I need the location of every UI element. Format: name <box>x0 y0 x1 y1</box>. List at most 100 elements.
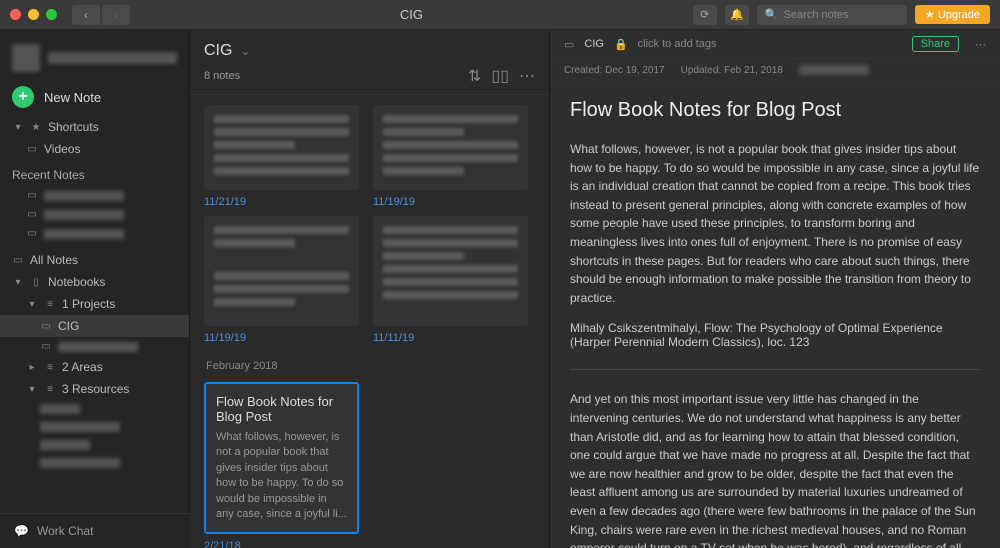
sidebar-nb-resources[interactable]: ▾ ≡ 3 Resources <box>0 378 189 400</box>
sidebar-nb-item[interactable] <box>0 436 189 454</box>
notelist-tools: ⇅ ▯▯ ⋯ <box>468 66 535 86</box>
sidebar-nb-item[interactable] <box>0 400 189 418</box>
chevron-down-icon: ▾ <box>26 384 38 395</box>
tags-placeholder[interactable]: click to add tags <box>638 38 717 50</box>
sidebar-nb-projects[interactable]: ▾ ≡ 1 Projects <box>0 293 189 315</box>
main: + New Note ▾ ★ Shortcuts ▭ Videos Recent… <box>0 30 1000 548</box>
search-icon: 🔍 <box>765 8 779 21</box>
share-button[interactable]: Share <box>912 36 959 52</box>
note-card[interactable] <box>204 105 359 190</box>
note-icon: ▭ <box>26 190 38 201</box>
work-chat-button[interactable]: 💬 Work Chat <box>0 513 190 548</box>
updated-date: Updated: Feb 21, 2018 <box>681 65 783 76</box>
notebooks-label: Notebooks <box>48 275 105 289</box>
window-title: CIG <box>130 7 693 22</box>
note-card-title: Flow Book Notes for Blog Post <box>216 394 347 424</box>
chevron-down-icon: ▾ <box>12 122 24 133</box>
notelist-header: CIG ⌄ <box>190 30 549 66</box>
window-controls <box>10 9 57 20</box>
note-icon: ▭ <box>12 255 24 266</box>
back-button[interactable]: ‹ <box>72 5 100 25</box>
notebook-icon: ▭ <box>564 38 574 51</box>
sidebar-recent-item[interactable]: ▭ <box>0 186 189 205</box>
avatar <box>12 44 40 72</box>
editor-body[interactable]: Flow Book Notes for Blog Post What follo… <box>550 83 1000 548</box>
new-note-label: New Note <box>44 90 101 105</box>
created-date: Created: Dec 19, 2017 <box>564 65 665 76</box>
nb-resources-label: 3 Resources <box>62 382 129 396</box>
note-date: 11/21/19 <box>204 196 359 208</box>
chevron-down-icon: ▾ <box>12 277 24 288</box>
stack-icon: ≡ <box>44 384 56 395</box>
sidebar-notebooks[interactable]: ▾ ▯ Notebooks <box>0 271 189 293</box>
lock-icon: 🔒 <box>614 38 628 51</box>
note-paragraph[interactable]: What follows, however, is not a popular … <box>570 140 980 307</box>
upgrade-button[interactable]: ★ Upgrade <box>915 5 990 24</box>
note-date: 2/21/18 <box>204 540 359 548</box>
chevron-down-icon[interactable]: ⌄ <box>241 46 250 58</box>
sort-icon[interactable]: ⇅ <box>468 66 481 86</box>
titlebar: ‹ › CIG ⟳ 🔔 🔍 Search notes ★ Upgrade <box>0 0 1000 30</box>
chat-icon: 💬 <box>14 524 29 538</box>
sidebar-shortcut-item[interactable]: ▭ Videos <box>0 138 189 160</box>
search-placeholder: Search notes <box>784 9 849 21</box>
note-list: CIG ⌄ 8 notes ⇅ ▯▯ ⋯ 11/21/19 <box>190 30 550 548</box>
maximize-window-icon[interactable] <box>46 9 57 20</box>
more-icon[interactable]: ⋯ <box>975 38 986 51</box>
note-citation[interactable]: Mihaly Csikszentmihalyi, Flow: The Psych… <box>570 321 980 349</box>
shortcuts-label: Shortcuts <box>48 120 99 134</box>
sidebar-all-notes[interactable]: ▭ All Notes <box>0 249 189 271</box>
close-window-icon[interactable] <box>10 9 21 20</box>
stack-icon: ≡ <box>44 299 56 310</box>
editor: ▭ CIG 🔒 click to add tags Share ⋯ Create… <box>550 30 1000 548</box>
recent-notes-header: Recent Notes <box>0 160 189 186</box>
search-input[interactable]: 🔍 Search notes <box>757 5 907 25</box>
note-card[interactable] <box>373 216 528 326</box>
editor-topbar: ▭ CIG 🔒 click to add tags Share ⋯ <box>550 30 1000 59</box>
sidebar-recent-item[interactable]: ▭ <box>0 224 189 243</box>
more-icon[interactable]: ⋯ <box>519 66 535 86</box>
nb-areas-label: 2 Areas <box>62 360 103 374</box>
view-icon[interactable]: ▯▯ <box>491 66 509 86</box>
note-paragraph[interactable]: And yet on this most important issue ver… <box>570 390 980 548</box>
note-title[interactable]: Flow Book Notes for Blog Post <box>570 99 980 122</box>
note-date: 11/19/19 <box>373 196 528 208</box>
note-date: 11/11/19 <box>373 332 528 344</box>
month-header: February 2018 <box>206 360 535 372</box>
forward-button[interactable]: › <box>102 5 130 25</box>
chevron-down-icon: ▾ <box>26 299 38 310</box>
note-card[interactable] <box>204 216 359 326</box>
bell-icon[interactable]: 🔔 <box>725 5 749 25</box>
note-date: 11/19/19 <box>204 332 359 344</box>
sidebar-nb-cig[interactable]: ▭ CIG <box>0 315 189 337</box>
note-icon: ▭ <box>26 209 38 220</box>
meta-blur <box>799 65 869 75</box>
minimize-window-icon[interactable] <box>28 9 39 20</box>
all-notes-label: All Notes <box>30 253 78 267</box>
note-card[interactable] <box>373 105 528 190</box>
account-row[interactable] <box>0 38 189 78</box>
work-chat-label: Work Chat <box>37 524 93 538</box>
sidebar-shortcuts[interactable]: ▾ ★ Shortcuts <box>0 116 189 138</box>
star-icon: ★ <box>30 122 42 133</box>
sync-icon[interactable]: ⟳ <box>693 5 717 25</box>
account-name <box>48 52 177 64</box>
sidebar-nb-item[interactable] <box>0 418 189 436</box>
stack-icon: ≡ <box>44 362 56 373</box>
editor-notebook[interactable]: CIG <box>584 38 604 50</box>
note-icon: ▭ <box>26 228 38 239</box>
new-note-button[interactable]: + New Note <box>0 78 189 116</box>
notelist-body[interactable]: 11/21/19 11/19/19 11/ <box>190 95 549 548</box>
sidebar-nb-item[interactable] <box>0 454 189 472</box>
sidebar-nb-areas[interactable]: ▸ ≡ 2 Areas <box>0 356 189 378</box>
notebook-icon: ▯ <box>30 277 42 288</box>
sidebar-nb-item[interactable]: ▭ <box>0 337 189 356</box>
note-card-selected[interactable]: Flow Book Notes for Blog Post What follo… <box>204 382 359 534</box>
nb-cig-label: CIG <box>58 319 79 333</box>
sidebar-recent-item[interactable]: ▭ <box>0 205 189 224</box>
nav-arrows: ‹ › <box>72 5 130 25</box>
sidebar: + New Note ▾ ★ Shortcuts ▭ Videos Recent… <box>0 30 190 548</box>
titlebar-right: ⟳ 🔔 🔍 Search notes ★ Upgrade <box>693 5 990 25</box>
notelist-subheader: 8 notes ⇅ ▯▯ ⋯ <box>190 66 549 95</box>
notelist-title: CIG <box>204 42 232 59</box>
